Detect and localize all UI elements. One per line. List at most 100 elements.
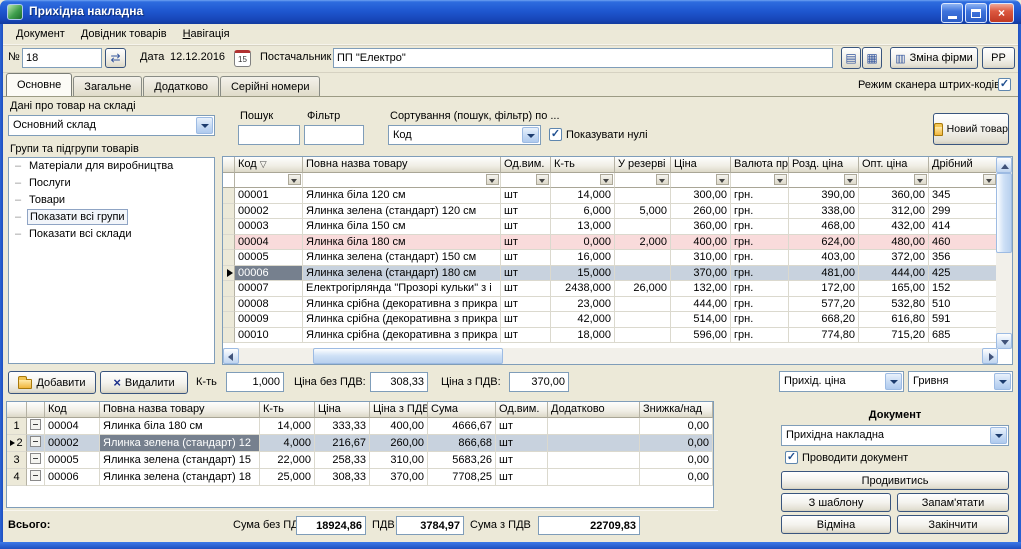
sort-select[interactable]: Код	[388, 125, 541, 145]
chevron-down-icon[interactable]	[994, 373, 1011, 390]
cancel-button[interactable]: Відміна	[781, 515, 891, 534]
invoice-table-row[interactable]: 100004Ялинка біла 180 см14,000333,33400,…	[7, 418, 713, 435]
collapse-icon[interactable]	[30, 419, 41, 430]
chevron-down-icon[interactable]	[522, 127, 539, 143]
tree-item[interactable]: Показати всі склади	[9, 226, 214, 243]
stock-table-row[interactable]: 00003Ялинка біла 150 смшт13,000360,00грн…	[223, 219, 998, 235]
invoice-column-header[interactable]: Ціна з ПДВ	[370, 402, 428, 418]
invoice-column-header[interactable]: Повна назва товару	[100, 402, 260, 418]
collapse-icon[interactable]	[30, 436, 41, 447]
tree-item[interactable]: Товари	[9, 192, 214, 209]
post-document-checkbox[interactable]: ✓	[785, 451, 798, 464]
change-firm-button[interactable]: ▥ Зміна фірми	[890, 47, 978, 69]
filter-cell[interactable]	[929, 173, 998, 188]
maximize-button[interactable]	[965, 3, 987, 23]
scroll-left-icon[interactable]	[223, 348, 239, 364]
new-item-button[interactable]: Новий товар	[933, 113, 1009, 145]
preview-button[interactable]: Продивитись	[781, 471, 1009, 490]
vscroll-thumb[interactable]	[996, 173, 1012, 253]
close-button[interactable]: ×	[989, 3, 1014, 23]
chevron-down-icon[interactable]	[196, 117, 213, 134]
price-vat-input[interactable]	[509, 372, 569, 392]
menu-item-1[interactable]: Довідник товарів	[73, 26, 175, 42]
filter-dropdown-icon[interactable]	[914, 174, 927, 185]
stock-table-row[interactable]: 00008Ялинка срібна (декоративна з прикра…	[223, 297, 998, 313]
stock-column-header[interactable]: К-ть	[551, 157, 615, 173]
collapse-icon[interactable]	[30, 453, 41, 464]
tab-3[interactable]: Серійні номери	[220, 76, 320, 96]
filter-cell[interactable]	[731, 173, 789, 188]
scroll-right-icon[interactable]	[982, 348, 998, 364]
filter-dropdown-icon[interactable]	[983, 174, 996, 185]
stock-column-header[interactable]: Од.вим.	[501, 157, 551, 173]
hscroll-thumb[interactable]	[313, 348, 503, 364]
stock-column-header[interactable]: У резерві	[615, 157, 671, 173]
invoice-column-header[interactable]: Сума	[428, 402, 496, 418]
stock-table-row[interactable]: 00001Ялинка біла 120 смшт14,000300,00грн…	[223, 188, 998, 204]
chevron-down-icon[interactable]	[885, 373, 902, 390]
filter-cell[interactable]	[789, 173, 859, 188]
filter-cell[interactable]	[615, 173, 671, 188]
filter-dropdown-icon[interactable]	[844, 174, 857, 185]
template-button[interactable]: З шаблону	[781, 493, 891, 512]
filter-cell[interactable]	[303, 173, 501, 188]
price-type-select[interactable]: Прихід. ціна	[779, 371, 904, 392]
tab-0[interactable]: Основне	[6, 73, 72, 96]
currency-select[interactable]: Гривня	[908, 371, 1013, 392]
invoice-column-header[interactable]: К-ть	[260, 402, 315, 418]
invoice-column-header[interactable]: Знижка/над	[640, 402, 713, 418]
filter-cell[interactable]	[551, 173, 615, 188]
scanner-mode-checkbox[interactable]: ✓	[998, 78, 1011, 91]
tree-item[interactable]: Матеріали для виробництва	[9, 158, 214, 175]
menu-item-0[interactable]: Документ	[8, 26, 73, 42]
filter-cell[interactable]	[235, 173, 303, 188]
stock-column-header[interactable]: Валюта пр	[731, 157, 789, 173]
tree-expand-cell[interactable]	[27, 469, 45, 486]
tree-expand-cell[interactable]	[27, 452, 45, 469]
filter-dropdown-icon[interactable]	[486, 174, 499, 185]
delete-button[interactable]: × Видалити	[100, 371, 188, 394]
filter-dropdown-icon[interactable]	[600, 174, 613, 185]
scroll-down-icon[interactable]	[996, 333, 1012, 349]
remember-button[interactable]: Запам'ятати	[897, 493, 1009, 512]
invoice-column-header[interactable]: Ціна	[315, 402, 370, 418]
number-input[interactable]	[22, 48, 102, 68]
stock-column-header[interactable]: Дрібний	[929, 157, 998, 173]
tree-item[interactable]: Послуги	[9, 175, 214, 192]
stock-table-row[interactable]: 00004Ялинка біла 180 смшт0,0002,000400,0…	[223, 235, 998, 251]
minimize-button[interactable]	[941, 3, 963, 23]
tab-2[interactable]: Додатково	[143, 76, 219, 96]
warehouse-select[interactable]: Основний склад	[8, 115, 215, 136]
search-input[interactable]	[238, 125, 300, 145]
stock-table-row[interactable]: 00002Ялинка зелена (стандарт) 120 смшт6,…	[223, 204, 998, 220]
stock-column-header[interactable]: Опт. ціна	[859, 157, 929, 173]
stock-table-row[interactable]: 00009Ялинка срібна (декоративна з прикра…	[223, 312, 998, 328]
add-button[interactable]: Добавити	[8, 371, 96, 394]
filter-cell[interactable]	[501, 173, 551, 188]
stock-hscrollbar[interactable]	[223, 348, 998, 364]
tree-expand-cell[interactable]	[27, 418, 45, 435]
filter-dropdown-icon[interactable]	[536, 174, 549, 185]
stock-table-row[interactable]: 00005Ялинка зелена (стандарт) 150 смшт16…	[223, 250, 998, 266]
invoice-table-row[interactable]: 300005Ялинка зелена (стандарт) 1522,0002…	[7, 452, 713, 469]
filter-dropdown-icon[interactable]	[656, 174, 669, 185]
chevron-down-icon[interactable]	[990, 427, 1007, 444]
invoice-table-row[interactable]: 400006Ялинка зелена (стандарт) 1825,0003…	[7, 469, 713, 486]
filter-dropdown-icon[interactable]	[774, 174, 787, 185]
qty-input[interactable]	[226, 372, 284, 392]
stock-column-header[interactable]: Ціна	[671, 157, 731, 173]
filter-cell[interactable]	[859, 173, 929, 188]
stock-table-row[interactable]: 00010Ялинка срібна (декоративна з прикра…	[223, 328, 998, 344]
tree-expand-cell[interactable]	[27, 435, 45, 452]
stock-table-row[interactable]: 00006Ялинка зелена (стандарт) 180 смшт15…	[223, 266, 998, 282]
stock-column-header[interactable]: Розд. ціна	[789, 157, 859, 173]
pp-button[interactable]: РР	[982, 47, 1015, 69]
stock-table-row[interactable]: 00007Електрогірлянда "Прозорі кульки" з …	[223, 281, 998, 297]
filter-cell[interactable]	[671, 173, 731, 188]
filter-dropdown-icon[interactable]	[716, 174, 729, 185]
show-zeros-checkbox[interactable]: ✓	[549, 128, 562, 141]
invoice-column-header[interactable]: Од.вим.	[496, 402, 548, 418]
doc-type-select[interactable]: Прихідна накладна	[781, 425, 1009, 446]
scroll-up-icon[interactable]	[996, 157, 1012, 173]
supplier-input[interactable]	[333, 48, 833, 68]
